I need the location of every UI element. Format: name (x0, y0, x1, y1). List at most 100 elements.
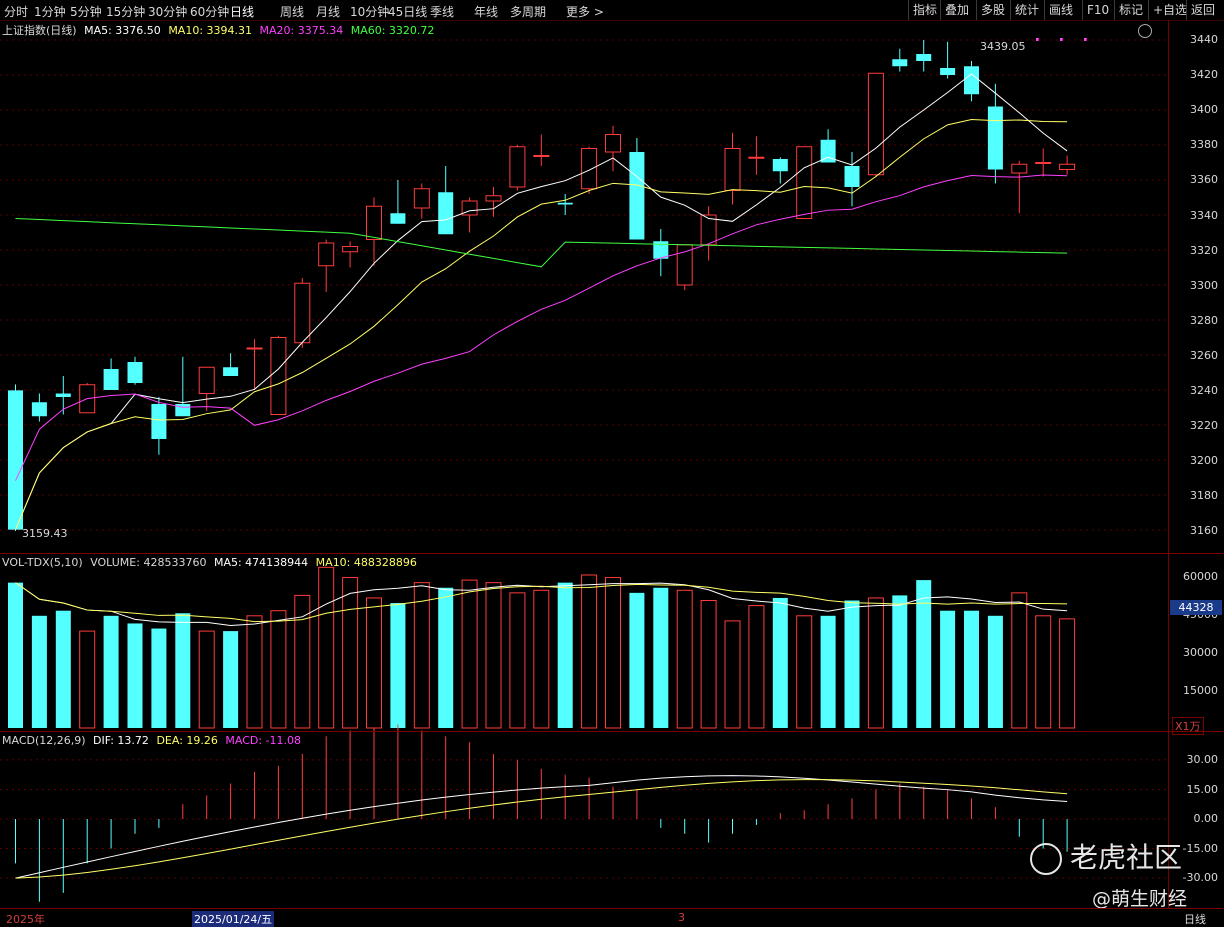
price-tick: 3320 (1190, 243, 1218, 257)
volume-bar (294, 594, 311, 729)
price-tick: 3340 (1190, 208, 1218, 222)
candle-body (557, 202, 573, 205)
macd-tick: 30.00 (1186, 753, 1219, 766)
volume-bar (940, 610, 956, 728)
volume-bar (342, 577, 359, 729)
vol-indicator-name[interactable]: VOL-TDX(5,10) (2, 556, 83, 569)
macd-indicator-name[interactable]: MACD(12,26,9) (2, 734, 86, 747)
candle-body (987, 106, 1003, 170)
candle-body (533, 155, 550, 157)
candle-body (748, 156, 765, 159)
high-price-label: 3439.05 (980, 40, 1026, 53)
candle-body (605, 134, 621, 153)
macd-dea: DEA: 19.26 (156, 734, 218, 747)
price-tick: 3260 (1190, 348, 1218, 362)
volume-tick: 60000 (1183, 570, 1218, 583)
volume-bar (127, 623, 143, 728)
candle-body (413, 188, 430, 209)
candle-body (438, 192, 454, 235)
volume-tick: 30000 (1183, 646, 1218, 659)
date-axis: 2025年 2025/01/24/五 3 日线 (0, 908, 1224, 927)
volume-bar (629, 592, 645, 728)
volume-bar (31, 615, 47, 728)
volume-bar (844, 600, 860, 728)
volume-bar (151, 628, 167, 728)
candle-body (55, 393, 71, 397)
candle-body (31, 402, 47, 417)
candle-body (103, 369, 119, 390)
price-tick: 3180 (1190, 489, 1218, 503)
price-tick: 3160 (1190, 524, 1218, 538)
candle-body (796, 146, 813, 219)
ma60-line (15, 218, 1068, 268)
price-tick: 3300 (1190, 278, 1218, 292)
macd-tick: 15.00 (1186, 782, 1219, 796)
volume-bar (103, 615, 119, 728)
candle-body (223, 367, 239, 376)
candle-body (1059, 163, 1076, 170)
volume-macd-divider (0, 731, 1224, 732)
volume-bar (820, 615, 836, 728)
ma20-line (15, 174, 1068, 481)
volume-bar (892, 595, 908, 728)
volume-bar (8, 582, 23, 728)
candle-body (916, 54, 932, 61)
volume-bar (653, 587, 669, 728)
date-label-march: 3 (678, 911, 685, 924)
volume-bar (198, 630, 215, 729)
volume-bar (55, 610, 71, 728)
price-tick: 3420 (1190, 68, 1218, 82)
candle-body (940, 68, 956, 75)
volume-bar (366, 597, 382, 729)
macd-dif: DIF: 13.72 (93, 734, 149, 747)
volume-bar (700, 600, 717, 729)
ma10-line (15, 118, 1068, 530)
low-price-label: 3159.43 (22, 527, 68, 540)
candle-body (892, 59, 908, 67)
candle-body (581, 148, 598, 190)
main-volume-divider (0, 553, 1224, 554)
candle-body (198, 366, 215, 394)
axis-divider (1168, 20, 1169, 912)
volume-bar (1059, 618, 1076, 729)
volume-bar (748, 605, 765, 729)
volume-bar (413, 582, 430, 729)
volume-bar (509, 592, 526, 729)
macd-tick: 0.00 (1193, 812, 1219, 825)
candle-body (246, 347, 263, 350)
candle-body (772, 159, 788, 172)
vol-value: VOLUME: 428533760 (90, 556, 207, 569)
date-label-start: 2025年 (6, 913, 45, 926)
candle-body (867, 72, 884, 176)
volume-bar (676, 589, 693, 729)
volume-bar (1011, 592, 1028, 729)
volume-bar (223, 631, 239, 728)
volume-bar (270, 610, 287, 729)
volume-bar (390, 603, 406, 728)
period-indicator: 日线 (1184, 913, 1206, 926)
date-label-cursor: 2025/01/24/五 (192, 911, 275, 927)
candle-body (366, 205, 382, 240)
candle-body (1035, 162, 1052, 164)
candle-body (724, 148, 741, 191)
macd-tick: -15.00 (1182, 841, 1218, 855)
price-tick: 3220 (1190, 419, 1218, 433)
candle-body (390, 213, 406, 224)
candle-body (270, 337, 287, 415)
volume-legend: VOL-TDX(5,10) VOLUME: 428533760 MA5: 474… (2, 556, 421, 569)
volume-bar (438, 587, 454, 728)
kline-chart[interactable] (0, 0, 1224, 926)
volume-bar (987, 615, 1003, 728)
volume-bar (581, 574, 598, 729)
volume-bar (796, 615, 813, 729)
volume-bar (724, 620, 741, 729)
volume-bar (246, 615, 263, 729)
author-watermark: @萌生财经 (1092, 888, 1188, 910)
volume-bar (533, 589, 550, 729)
brand-text: 老虎社区 (1070, 841, 1183, 874)
price-tick: 3240 (1190, 384, 1218, 397)
macd-value: MACD: -11.08 (225, 734, 302, 747)
candle-body (676, 244, 693, 286)
volume-current-badge: 44328 (1170, 600, 1222, 615)
candle-body (964, 66, 979, 95)
